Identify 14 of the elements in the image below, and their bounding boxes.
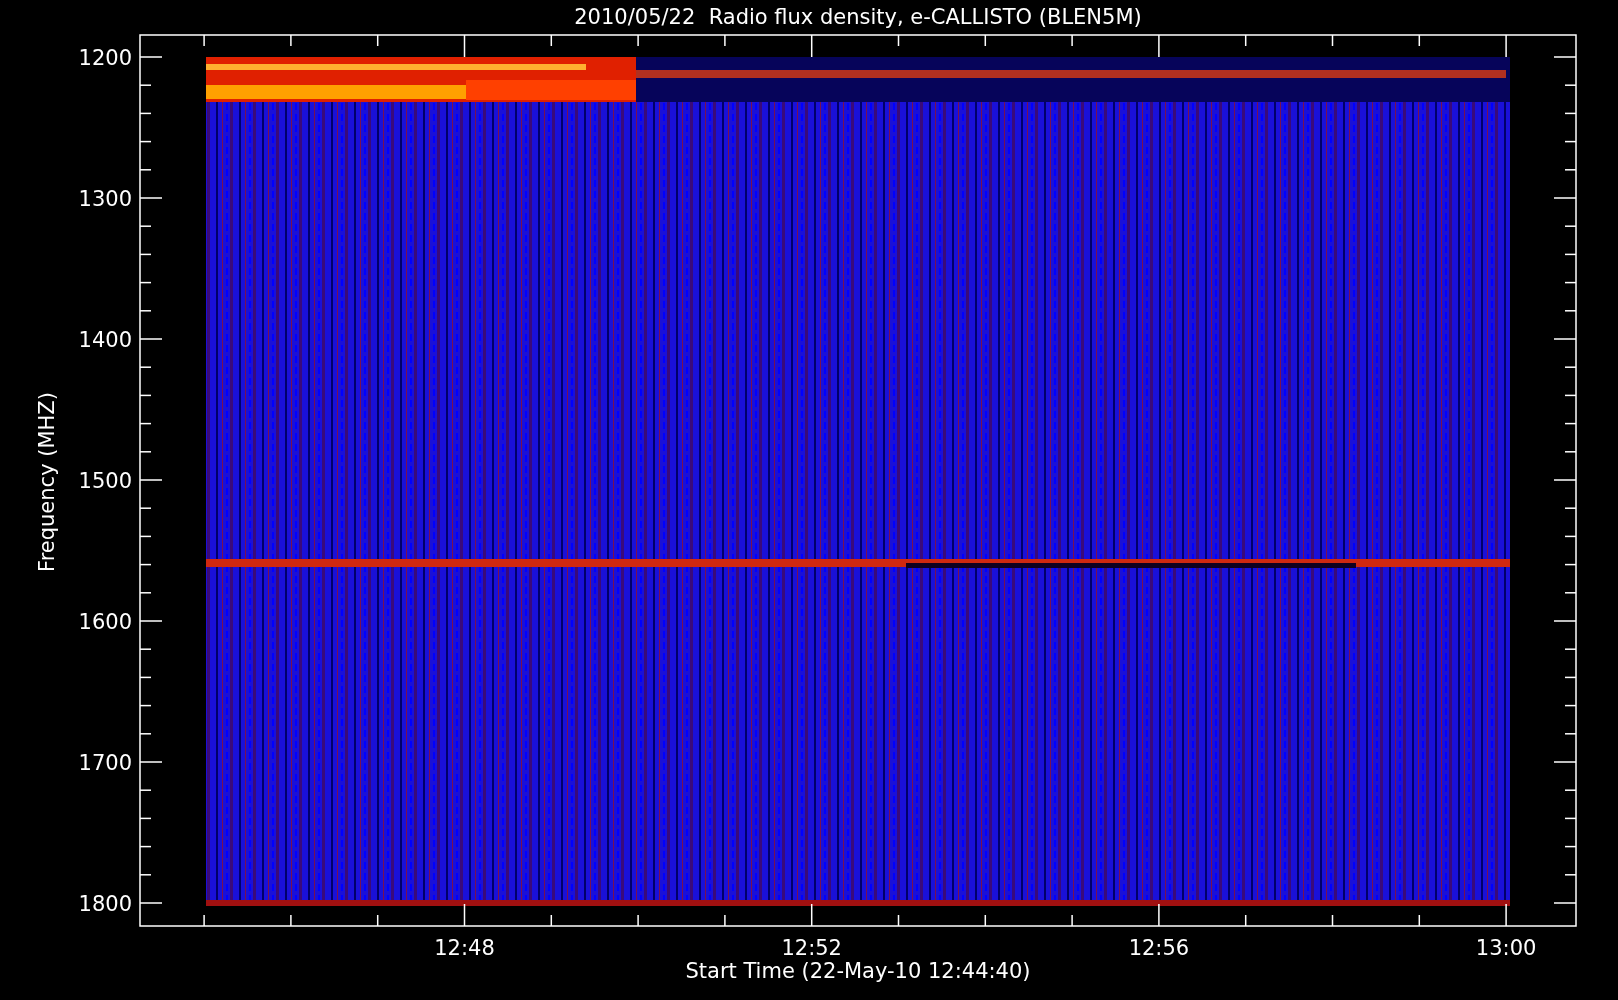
x-axis-title: Start Time (22-May-10 12:44:40) [685,959,1031,983]
y-tick-label: 1700 [78,751,132,775]
x-tick-label: 13:00 [1475,936,1537,960]
y-tick-label: 1400 [78,328,132,352]
x-tick-label: 12:48 [434,936,495,960]
y-tick-label: 1500 [78,469,132,493]
x-tick-label: 12:52 [781,936,842,960]
y-tick-label: 1200 [78,46,132,70]
y-tick-label: 1600 [78,610,132,634]
y-tick-label: 1300 [78,187,132,211]
chart-title: 2010/05/22 Radio flux density, e-CALLISTO (BLEN5M) [574,5,1142,29]
y-axis-title: Frequency (MHZ) [35,392,59,572]
x-tick-label: 12:56 [1128,936,1190,960]
y-tick-label: 1800 [78,892,132,916]
